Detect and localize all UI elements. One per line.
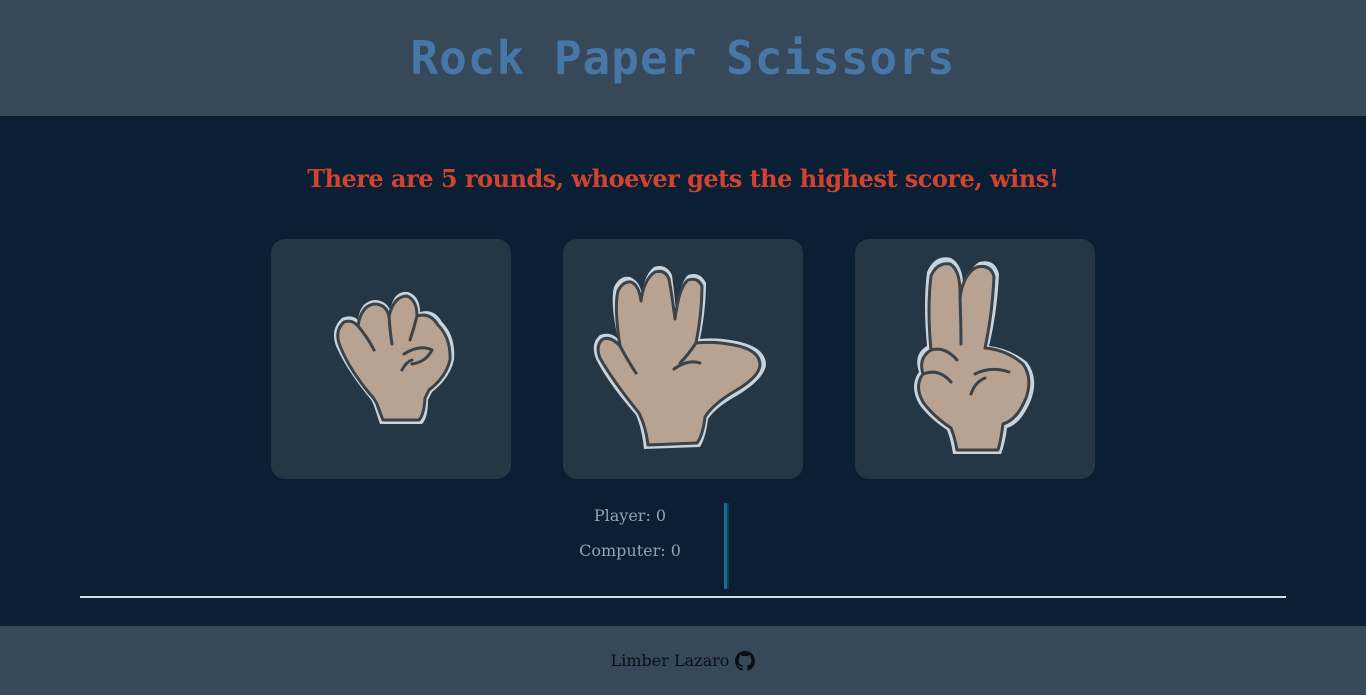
scissors-button[interactable] <box>855 239 1095 479</box>
author-name: Limber Lazaro <box>610 651 730 670</box>
player-score: Player: 0 <box>593 506 667 525</box>
github-icon[interactable] <box>735 650 756 671</box>
page-header: Rock Paper Scissors <box>0 0 1366 116</box>
paper-button[interactable] <box>563 239 803 479</box>
page-title: Rock Paper Scissors <box>410 31 956 85</box>
game-instructions: There are 5 rounds, whoever gets the hig… <box>307 164 1059 193</box>
horizontal-divider <box>80 596 1286 598</box>
scoreboard: Player: 0 Computer: 0 <box>0 503 1366 589</box>
game-area: There are 5 rounds, whoever gets the hig… <box>0 116 1366 626</box>
computer-score: Computer: 0 <box>579 541 681 560</box>
rock-hand-icon <box>334 291 455 424</box>
score-list: Player: 0 Computer: 0 <box>540 503 720 573</box>
footer-credit[interactable]: Limber Lazaro <box>610 650 756 671</box>
page-footer: Limber Lazaro <box>0 626 1366 695</box>
score-divider <box>724 503 729 589</box>
rock-button[interactable] <box>271 239 511 479</box>
scissors-hand-icon <box>914 257 1035 454</box>
paper-hand-icon <box>593 266 766 449</box>
choice-buttons <box>271 239 1095 479</box>
